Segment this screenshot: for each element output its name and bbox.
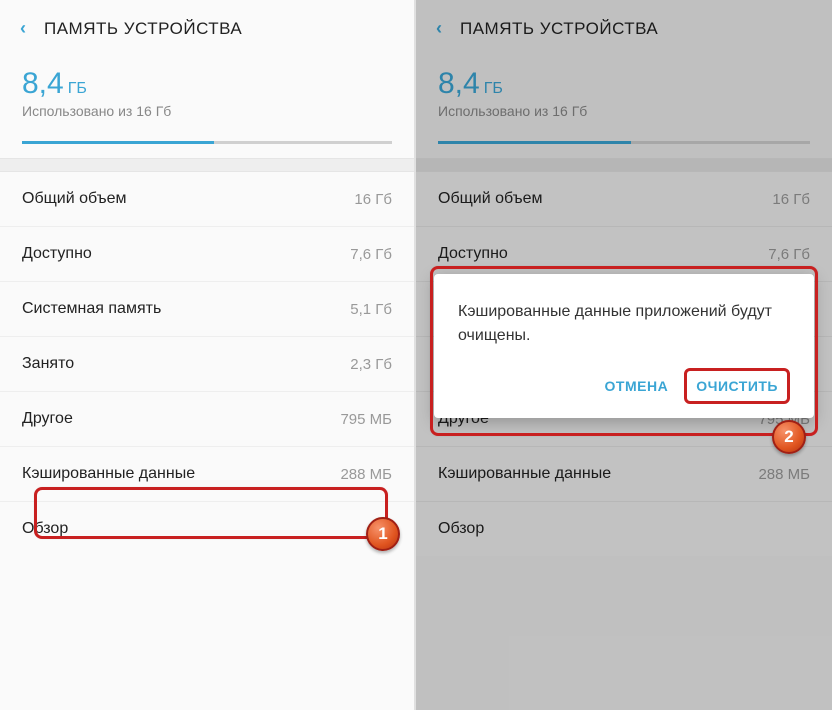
progress-fill: [22, 141, 214, 144]
dialog-message: Кэшированные данные приложений будут очи…: [458, 300, 790, 348]
row-value: 16 Гб: [354, 191, 392, 208]
row-value: 795 МБ: [340, 411, 392, 428]
used-value: 8,4: [22, 67, 64, 100]
clear-button[interactable]: ОЧИСТИТЬ: [684, 368, 790, 404]
row-overview[interactable]: Обзор: [0, 502, 414, 556]
badge-number: 2: [784, 427, 793, 447]
right-screenshot: ‹ ПАМЯТЬ УСТРОЙСТВА 8,4ГБ Использовано и…: [416, 0, 832, 710]
row-other[interactable]: Другое 795 МБ: [0, 392, 414, 447]
row-label: Занято: [22, 355, 74, 373]
row-label: Обзор: [22, 520, 68, 538]
row-value: 7,6 Гб: [350, 246, 392, 263]
used-unit: ГБ: [68, 80, 87, 97]
row-cached-data[interactable]: Кэшированные данные 288 МБ: [0, 447, 414, 502]
row-label: Кэшированные данные: [22, 465, 195, 483]
section-divider: [0, 158, 414, 172]
header: ‹ ПАМЯТЬ УСТРОЙСТВА: [0, 0, 414, 53]
progress-bar: [22, 141, 392, 144]
row-value: 2,3 Гб: [350, 356, 392, 373]
row-total[interactable]: Общий объем 16 Гб: [0, 172, 414, 227]
left-screenshot: ‹ ПАМЯТЬ УСТРОЙСТВА 8,4ГБ Использовано и…: [0, 0, 416, 710]
dialog-actions: ОТМЕНА ОЧИСТИТЬ: [458, 368, 790, 404]
badge-number: 1: [378, 524, 387, 544]
row-used[interactable]: Занято 2,3 Гб: [0, 337, 414, 392]
page-title: ПАМЯТЬ УСТРОЙСТВА: [44, 19, 242, 39]
used-subtext: Использовано из 16 Гб: [22, 103, 392, 119]
back-arrow-icon[interactable]: ‹: [20, 18, 26, 39]
row-system[interactable]: Системная память 5,1 Гб: [0, 282, 414, 337]
row-available[interactable]: Доступно 7,6 Гб: [0, 227, 414, 282]
row-label: Доступно: [22, 245, 92, 263]
row-label: Общий объем: [22, 190, 127, 208]
annotation-badge-2: 2: [772, 420, 806, 454]
storage-summary: 8,4ГБ Использовано из 16 Гб: [0, 53, 414, 129]
row-label: Системная память: [22, 300, 161, 318]
annotation-badge-1: 1: [366, 517, 400, 551]
row-value: 288 МБ: [340, 466, 392, 483]
row-value: 5,1 Гб: [350, 301, 392, 318]
cancel-button[interactable]: ОТМЕНА: [593, 368, 681, 404]
row-label: Другое: [22, 410, 73, 428]
clear-cache-dialog: Кэшированные данные приложений будут очи…: [434, 274, 814, 418]
